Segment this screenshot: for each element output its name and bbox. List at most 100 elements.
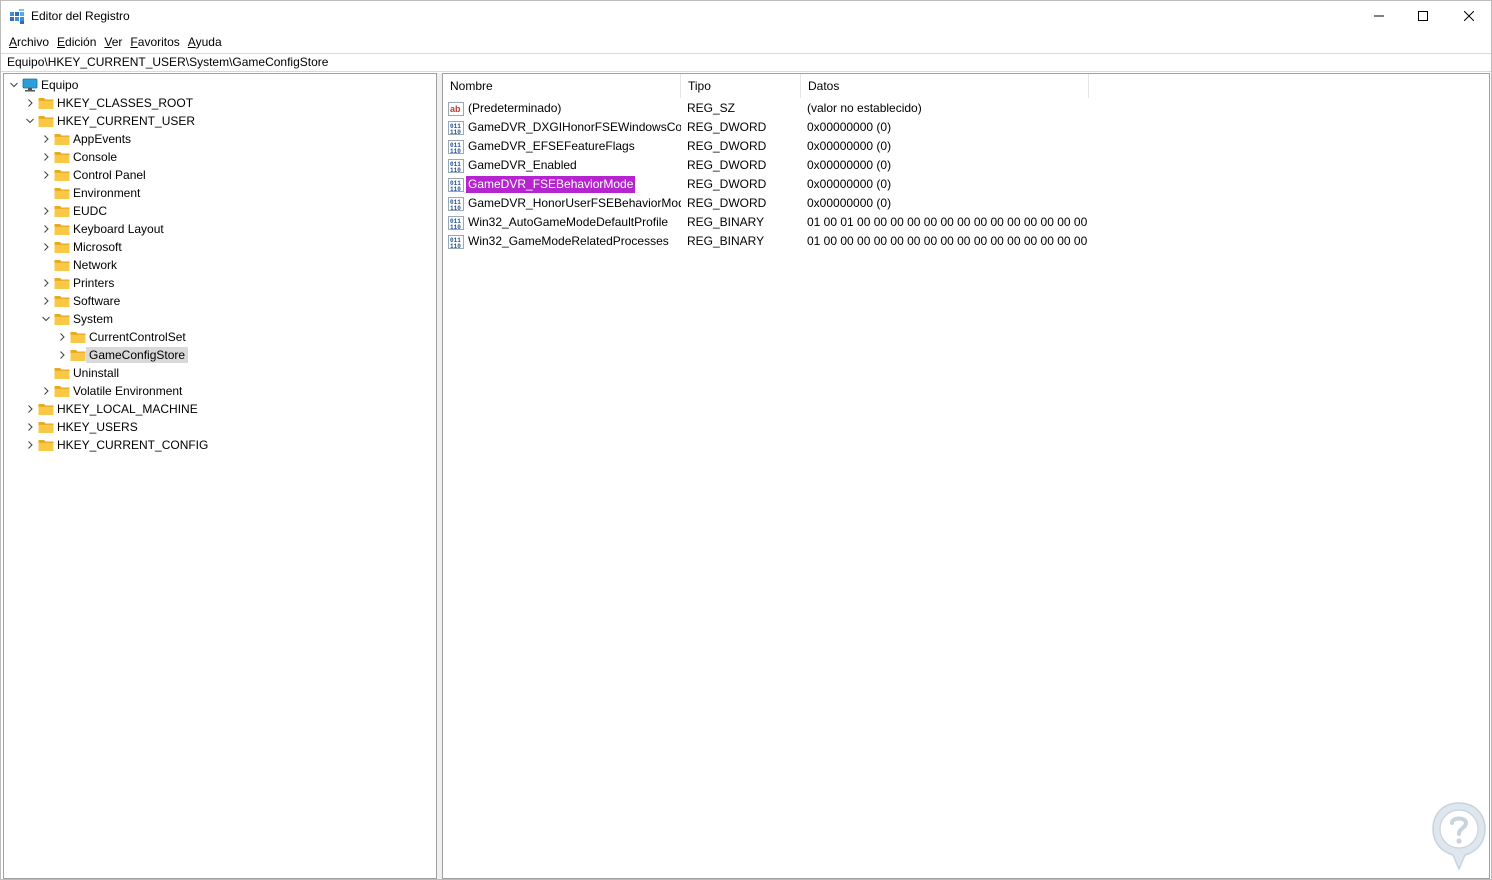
tree-expander[interactable] bbox=[38, 166, 54, 184]
value-type-cell: REG_BINARY bbox=[687, 234, 765, 248]
column-header-type[interactable]: Tipo bbox=[681, 74, 801, 98]
chevron-right-icon bbox=[44, 135, 49, 143]
tree-expander[interactable] bbox=[38, 238, 54, 256]
tree-node[interactable]: Volatile Environment bbox=[38, 382, 185, 400]
value-row[interactable]: ab (Predeterminado) REG_SZ (valor no establ… bbox=[443, 99, 1143, 118]
key-tree[interactable]: Equipo HKEY_CLASSES_ROOT HKEY_CURRENT_USER… bbox=[3, 73, 437, 879]
tree-node-label: Microsoft bbox=[73, 240, 122, 254]
tree-node[interactable]: GameConfigStore bbox=[54, 346, 189, 364]
tree-expander[interactable] bbox=[22, 112, 38, 130]
watermark-logo bbox=[1432, 802, 1486, 871]
column-header-data[interactable]: Datos bbox=[801, 74, 1089, 98]
value-data-cell: (valor no establecido) bbox=[807, 101, 922, 115]
value-row[interactable]: 011 110 GameDVR_EFSEFeatureFlags REG_DWORD 0… bbox=[443, 137, 1143, 156]
tree-expander[interactable] bbox=[38, 202, 54, 220]
tree-expander[interactable] bbox=[38, 148, 54, 166]
tree-node-label: Volatile Environment bbox=[73, 384, 183, 398]
value-name: GameDVR_EFSEFeatureFlags bbox=[468, 139, 635, 153]
binary-value-icon: 011110 bbox=[448, 120, 464, 136]
tree-node[interactable]: Control Panel bbox=[38, 166, 149, 184]
tree-expander[interactable] bbox=[22, 94, 38, 112]
chevron-right-icon bbox=[44, 243, 49, 251]
value-type-cell: REG_DWORD bbox=[687, 196, 767, 210]
svg-text:110: 110 bbox=[450, 205, 461, 212]
tree-node[interactable]: Environment bbox=[38, 184, 143, 202]
tree-node[interactable]: AppEvents bbox=[38, 130, 134, 148]
tree-expander[interactable] bbox=[38, 274, 54, 292]
value-row[interactable]: 011 110 GameDVR_Enabled REG_DWORD 0x00000000… bbox=[443, 156, 1143, 175]
title-bar[interactable]: Editor del Registro bbox=[1, 1, 1491, 31]
tree-node[interactable]: HKEY_USERS bbox=[22, 418, 141, 436]
tree-expander[interactable] bbox=[6, 76, 22, 94]
menu-edicion[interactable]: Edición bbox=[57, 31, 96, 53]
tree-node[interactable]: System bbox=[38, 310, 116, 328]
tree-node-label: Console bbox=[73, 150, 118, 164]
value-name-cell: 011 110 GameDVR_DXGIHonorFSEWindowsCo... bbox=[448, 118, 681, 137]
tree-expander[interactable] bbox=[22, 400, 38, 418]
tree-expander[interactable] bbox=[38, 310, 54, 328]
folder-icon bbox=[54, 170, 70, 181]
string-value-icon: ab bbox=[448, 101, 464, 116]
menu-ver[interactable]: Ver bbox=[104, 31, 122, 53]
tree-node-label: HKEY_CLASSES_ROOT bbox=[57, 96, 194, 110]
maximize-icon bbox=[1418, 11, 1428, 21]
value-type-cell: REG_DWORD bbox=[687, 158, 767, 172]
minimize-button[interactable] bbox=[1356, 1, 1402, 31]
tree-node[interactable]: HKEY_CURRENT_CONFIG bbox=[22, 436, 211, 454]
value-row[interactable]: 011 110 Win32_GameModeRelatedProcesses REG_… bbox=[443, 232, 1143, 251]
tree-expander[interactable] bbox=[22, 436, 38, 454]
folder-icon bbox=[38, 404, 54, 415]
svg-text:110: 110 bbox=[450, 148, 461, 155]
tree-node[interactable]: Printers bbox=[38, 274, 117, 292]
value-data-cell: 0x00000000 (0) bbox=[807, 139, 892, 153]
tree-expander[interactable] bbox=[54, 346, 70, 364]
tree-expander[interactable] bbox=[38, 220, 54, 238]
value-row[interactable]: 011 110 Win32_AutoGameModeDefaultProfile RE… bbox=[443, 213, 1143, 232]
tree-node[interactable]: Console bbox=[38, 148, 120, 166]
tree-node[interactable]: Uninstall bbox=[38, 364, 122, 382]
registry-editor-app-icon bbox=[10, 9, 24, 24]
folder-icon bbox=[54, 260, 70, 271]
value-row[interactable]: 011 110 GameDVR_HonorUserFSEBehaviorMode RE… bbox=[443, 194, 1143, 213]
tree-expander[interactable] bbox=[38, 292, 54, 310]
tree-node[interactable]: Network bbox=[38, 256, 120, 274]
value-row[interactable]: 011 110 GameDVR_FSEBehaviorMode REG_DWORD 0x… bbox=[443, 175, 1143, 194]
close-button[interactable] bbox=[1446, 1, 1492, 31]
menu-favoritos[interactable]: Favoritos bbox=[130, 31, 179, 53]
menu-ayuda[interactable]: Ayuda bbox=[188, 31, 222, 53]
tree-node-label: CurrentControlSet bbox=[89, 330, 186, 344]
tree-node[interactable]: Microsoft bbox=[38, 238, 125, 256]
column-header-name[interactable]: Nombre bbox=[443, 74, 681, 98]
address-bar[interactable]: Equipo\HKEY_CURRENT_USER\System\GameConf… bbox=[1, 53, 1491, 72]
tree-node-label: AppEvents bbox=[73, 132, 132, 146]
tree-node[interactable]: CurrentControlSet bbox=[54, 328, 189, 346]
chevron-right-icon bbox=[44, 387, 49, 395]
tree-node[interactable]: EUDC bbox=[38, 202, 110, 220]
folder-icon bbox=[54, 134, 70, 145]
maximize-button[interactable] bbox=[1400, 1, 1446, 31]
tree-expander[interactable] bbox=[22, 418, 38, 436]
computer-icon bbox=[22, 78, 38, 92]
tree-node[interactable]: Equipo bbox=[6, 76, 81, 94]
value-row[interactable]: 011 110 GameDVR_DXGIHonorFSEWindowsCo... RE… bbox=[443, 118, 1143, 137]
menu-archivo[interactable]: Archivo bbox=[9, 31, 49, 53]
tree-node[interactable]: HKEY_LOCAL_MACHINE bbox=[22, 400, 201, 418]
values-list[interactable]: Nombre Tipo Datos ab (Predeterminado) REG_… bbox=[442, 73, 1490, 879]
chevron-right-icon bbox=[44, 279, 49, 287]
folder-icon bbox=[54, 314, 70, 325]
tree-expander[interactable] bbox=[38, 382, 54, 400]
folder-icon bbox=[38, 116, 54, 127]
tree-expander[interactable] bbox=[38, 130, 54, 148]
tree-node[interactable]: Software bbox=[38, 292, 123, 310]
chevron-right-icon bbox=[44, 153, 49, 161]
tree-node[interactable]: Keyboard Layout bbox=[38, 220, 167, 238]
folder-icon bbox=[70, 332, 86, 343]
folder-icon bbox=[70, 350, 86, 361]
tree-node[interactable]: HKEY_CURRENT_USER bbox=[22, 112, 198, 130]
tree-node[interactable]: HKEY_CLASSES_ROOT bbox=[22, 94, 196, 112]
value-name: Win32_AutoGameModeDefaultProfile bbox=[468, 215, 669, 229]
value-name-cell: 011 110 GameDVR_HonorUserFSEBehaviorMode bbox=[448, 194, 681, 213]
binary-value-icon: 011110 bbox=[448, 158, 464, 174]
tree-expander[interactable] bbox=[54, 328, 70, 346]
minimize-icon bbox=[1374, 15, 1384, 17]
